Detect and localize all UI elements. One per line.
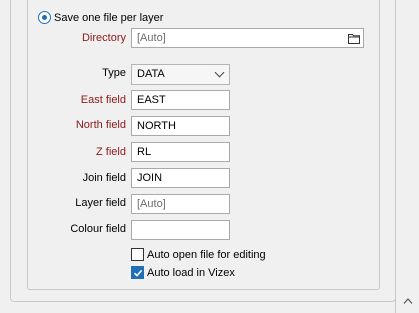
directory-value: [Auto] — [137, 32, 166, 44]
z-field-label: Z field — [96, 146, 126, 158]
north-field-input[interactable]: NORTH — [131, 116, 230, 136]
join-field-value: JOIN — [137, 172, 163, 184]
type-label: Type — [102, 67, 126, 79]
north-field-label: North field — [75, 119, 126, 131]
layer-field-value: [Auto] — [137, 198, 166, 210]
east-field-input[interactable]: EAST — [131, 90, 230, 110]
z-field-value: RL — [137, 146, 152, 158]
z-field-input[interactable]: RL — [131, 142, 230, 162]
type-value: DATA — [137, 68, 165, 80]
colour-field-input[interactable] — [131, 220, 230, 240]
directory-input[interactable]: [Auto] — [131, 28, 364, 48]
north-field-value: NORTH — [137, 120, 176, 132]
auto-load-checkbox[interactable] — [131, 266, 144, 279]
scroll-up-icon[interactable] — [403, 296, 413, 308]
auto-load-label: Auto load in Vizex — [147, 267, 235, 279]
checkmark-icon — [133, 269, 143, 277]
layer-field-input[interactable]: [Auto] — [131, 194, 230, 214]
save-one-file-per-layer-label: Save one file per layer — [54, 12, 164, 24]
layer-field-label: Layer field — [75, 197, 126, 209]
join-field-input[interactable]: JOIN — [131, 168, 230, 188]
join-field-label: Join field — [82, 172, 126, 184]
chevron-down-icon — [214, 67, 225, 78]
save-one-file-per-layer-radio[interactable] — [38, 11, 51, 24]
type-select[interactable]: DATA — [131, 64, 230, 85]
colour-field-label: Colour field — [70, 223, 126, 235]
folder-icon[interactable] — [348, 32, 360, 50]
east-field-label: East field — [80, 94, 126, 106]
directory-label: Directory — [81, 32, 126, 44]
east-field-value: EAST — [137, 94, 166, 106]
auto-open-label: Auto open file for editing — [147, 249, 266, 261]
auto-open-checkbox[interactable] — [131, 248, 144, 261]
